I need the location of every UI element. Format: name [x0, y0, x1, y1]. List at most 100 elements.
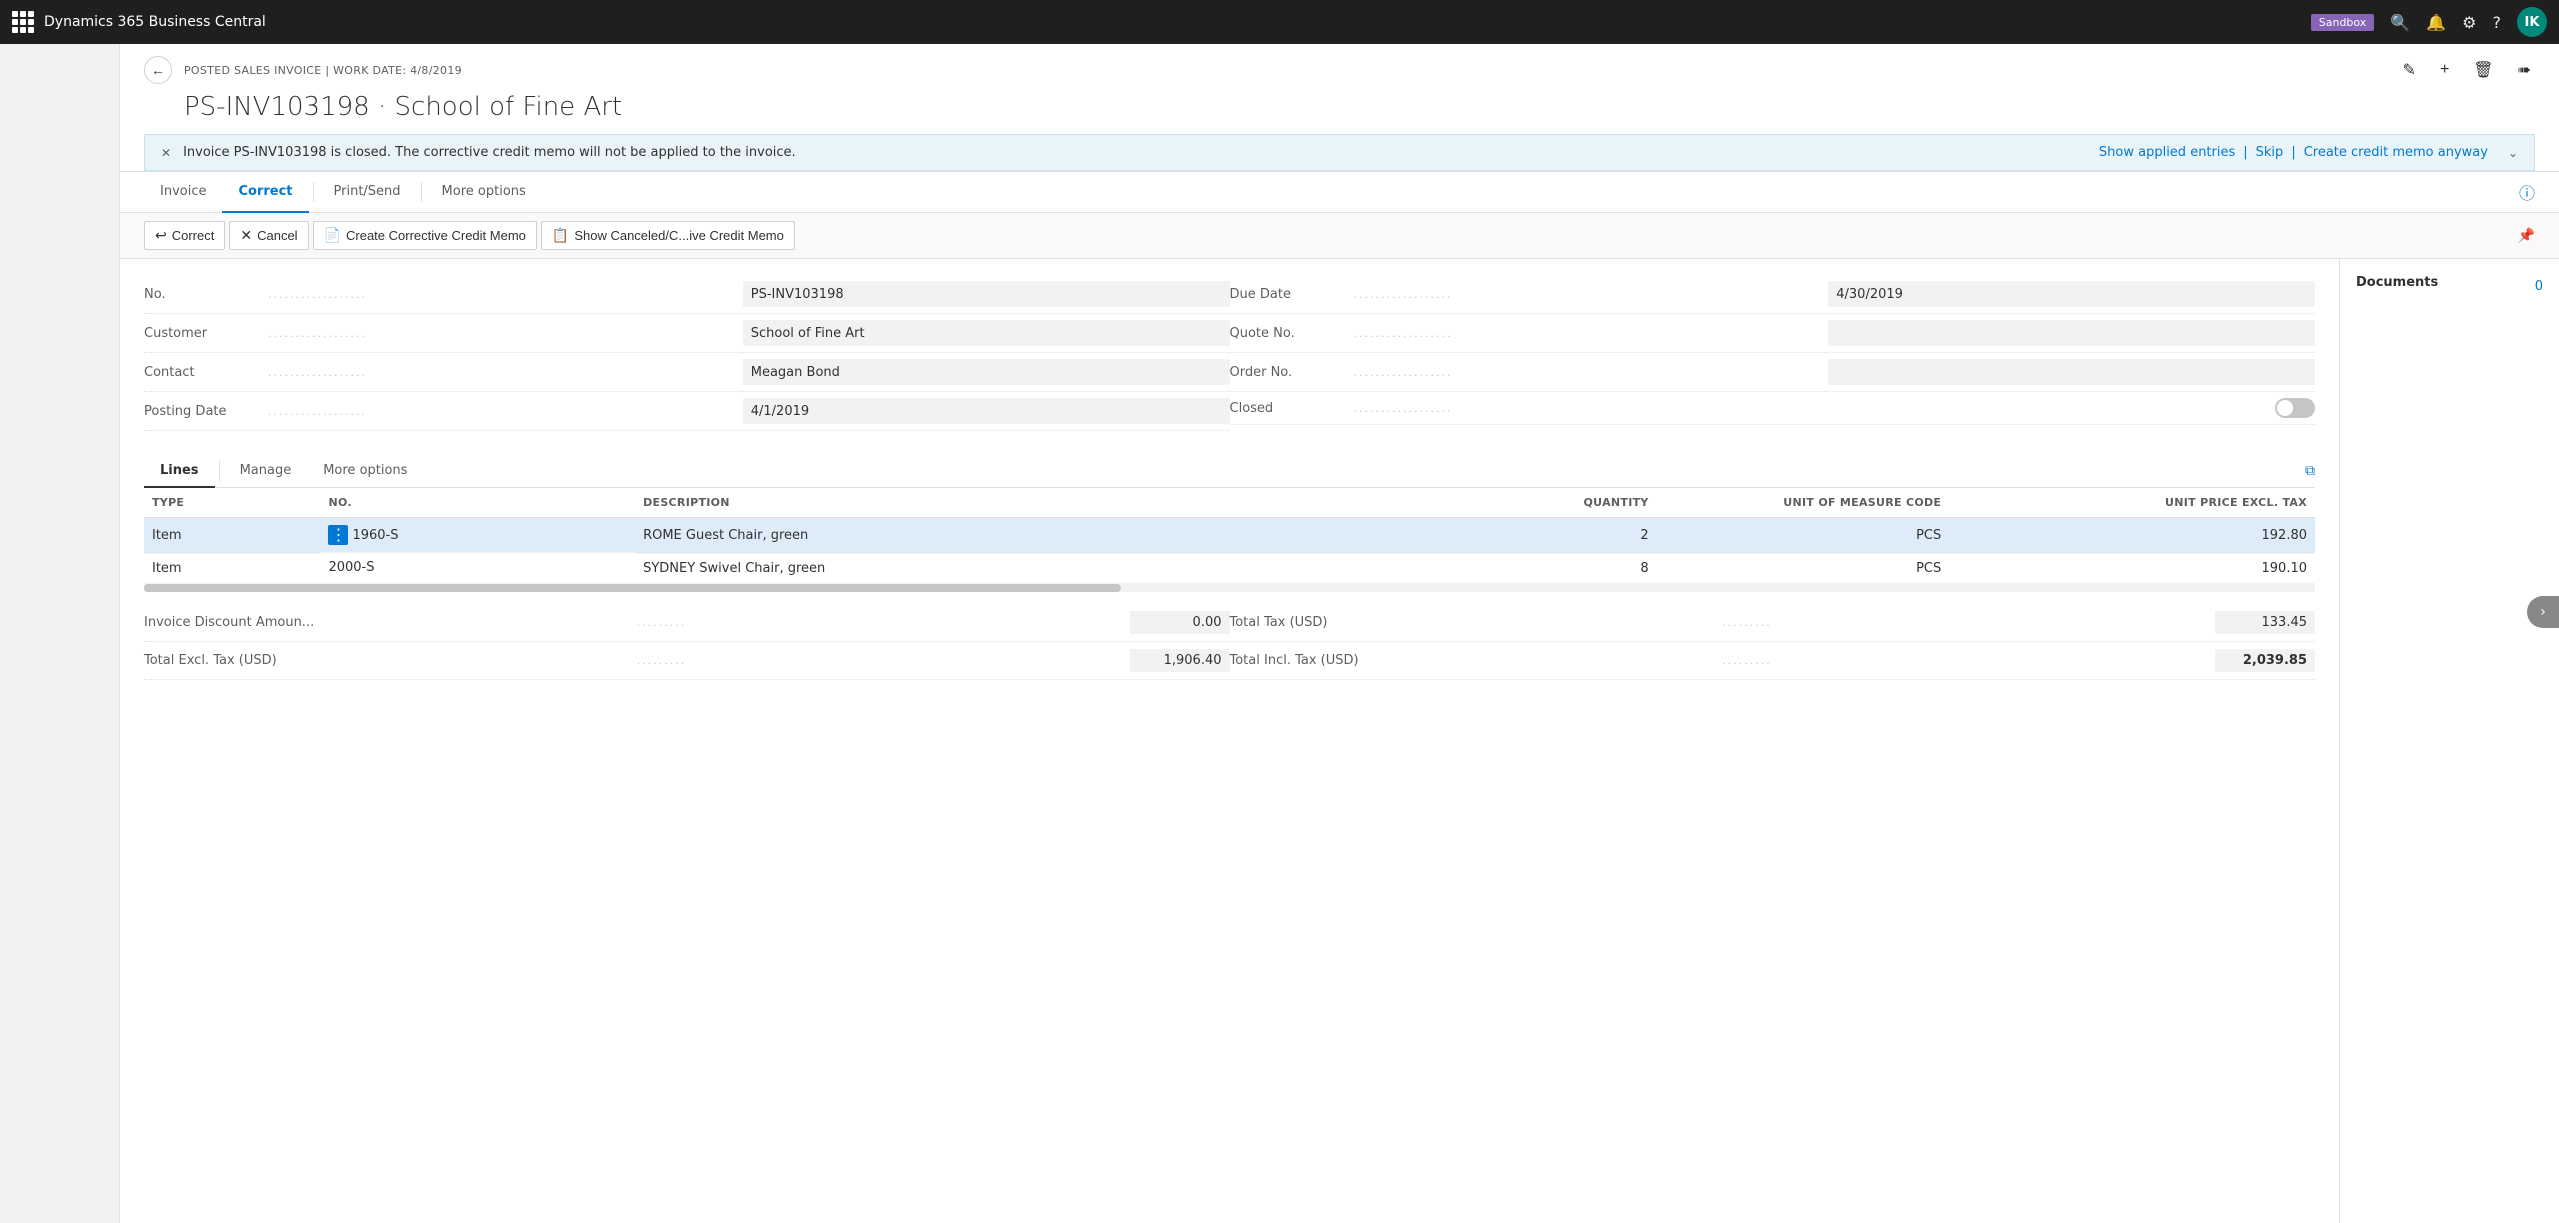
- skip-link[interactable]: Skip: [2256, 145, 2284, 160]
- form-row-no: No. .................. PS-INV103198: [144, 275, 1230, 314]
- invoice-discount-value[interactable]: 0.00: [1130, 611, 1230, 634]
- due-date-value[interactable]: 4/30/2019: [1828, 281, 2315, 307]
- show-memo-label: Show Canceled/C...ive Credit Memo: [574, 228, 784, 243]
- lines-expand-icon[interactable]: ⧉: [2305, 463, 2315, 479]
- quote-no-label: Quote No.: [1230, 326, 1350, 341]
- action-toolbar: ↩ Correct ✕ Cancel 📄 Create Corrective C…: [120, 213, 2559, 259]
- col-uom-header: UNIT OF MEASURE CODE: [1657, 488, 1950, 518]
- correct-label: Correct: [172, 228, 215, 243]
- col-desc-header: DESCRIPTION: [635, 488, 1360, 518]
- form-area: No. .................. PS-INV103198 Cust…: [120, 259, 2339, 1223]
- table-scroll-bar[interactable]: [144, 584, 2315, 592]
- back-button[interactable]: ←: [144, 56, 172, 84]
- col-qty-header: QUANTITY: [1360, 488, 1657, 518]
- show-applied-entries-link[interactable]: Show applied entries: [2099, 145, 2235, 160]
- lines-tab-manage[interactable]: Manage: [224, 455, 308, 488]
- notification-links: Show applied entries | Skip | Create cre…: [2099, 145, 2488, 160]
- notification-collapse-icon[interactable]: ⌄: [2508, 146, 2518, 160]
- create-credit-memo-anyway-link[interactable]: Create credit memo anyway: [2304, 145, 2488, 160]
- row-menu-button[interactable]: ⋮: [328, 525, 348, 545]
- right-panel: Documents 0: [2339, 259, 2559, 1223]
- settings-icon[interactable]: ⚙: [2462, 13, 2476, 32]
- user-avatar[interactable]: IK: [2517, 7, 2547, 37]
- cancel-label: Cancel: [257, 228, 297, 243]
- contact-value[interactable]: Meagan Bond: [743, 359, 1230, 385]
- create-corrective-credit-memo-button[interactable]: 📄 Create Corrective Credit Memo: [313, 221, 537, 250]
- tabs-bar: Invoice Correct Print/Send More options …: [120, 172, 2559, 213]
- content-area: ← POSTED SALES INVOICE | WORK DATE: 4/8/…: [120, 44, 2559, 1223]
- posting-date-value[interactable]: 4/1/2019: [743, 398, 1230, 424]
- toolbar-pin-icon[interactable]: 📌: [2518, 228, 2535, 244]
- brand-name: Dynamics 365 Business Central: [44, 14, 266, 30]
- lines-tab-lines[interactable]: Lines: [144, 455, 215, 488]
- tab-info-icon[interactable]: ⓘ: [2519, 180, 2535, 204]
- total-tax-row: Total Tax (USD) ......... 133.45: [1230, 604, 2316, 642]
- row1-type: Item: [144, 518, 320, 554]
- lines-tab-more-options[interactable]: More options: [307, 455, 423, 488]
- correct-button[interactable]: ↩ Correct: [144, 221, 225, 250]
- row1-quantity: 2: [1360, 518, 1657, 554]
- no-label: No.: [144, 287, 264, 302]
- lines-tab-separator: [219, 461, 220, 481]
- page-title: PS-INV103198 · School of Fine Art: [144, 92, 2535, 134]
- tab-correct[interactable]: Correct: [222, 172, 308, 213]
- help-icon[interactable]: ?: [2493, 13, 2502, 32]
- col-price-header: UNIT PRICE EXCL. TAX: [1949, 488, 2315, 518]
- total-excl-row: Total Excl. Tax (USD) ......... 1,906.40: [144, 642, 1230, 680]
- totals-left: Invoice Discount Amoun... ......... 0.00…: [144, 604, 1230, 680]
- sandbox-badge: Sandbox: [2311, 14, 2375, 31]
- page-header: ← POSTED SALES INVOICE | WORK DATE: 4/8/…: [120, 44, 2559, 172]
- brand-area: Dynamics 365 Business Central: [12, 11, 2299, 33]
- tab-invoice[interactable]: Invoice: [144, 172, 222, 213]
- order-no-value[interactable]: [1828, 359, 2315, 385]
- notification-close-icon[interactable]: ✕: [161, 146, 171, 160]
- row2-price: 190.10: [1949, 553, 2315, 583]
- col-type-header: TYPE: [144, 488, 320, 518]
- documents-title: Documents: [2356, 275, 2438, 290]
- col-no-header: NO.: [320, 488, 635, 518]
- quote-no-value[interactable]: [1828, 320, 2315, 346]
- show-canceled-credit-memo-button[interactable]: 📋 Show Canceled/C...ive Credit Memo: [541, 221, 795, 250]
- closed-label: Closed: [1230, 401, 1350, 416]
- lines-table: TYPE NO. DESCRIPTION QUANTITY UNIT OF ME…: [144, 488, 2315, 584]
- tab-print-send[interactable]: Print/Send: [318, 172, 417, 213]
- row2-type: Item: [144, 553, 320, 583]
- notification-icon[interactable]: 🔔: [2426, 13, 2446, 32]
- delete-button[interactable]: 🗑: [2469, 56, 2497, 84]
- page-header-top: ← POSTED SALES INVOICE | WORK DATE: 4/8/…: [144, 56, 2535, 84]
- search-icon[interactable]: 🔍: [2390, 13, 2410, 32]
- total-incl-value[interactable]: 2,039.85: [2215, 649, 2315, 672]
- tab-more-options[interactable]: More options: [426, 172, 542, 213]
- form-row-customer: Customer .................. School of Fi…: [144, 314, 1230, 353]
- closed-toggle[interactable]: [2275, 398, 2315, 418]
- total-incl-row: Total Incl. Tax (USD) ......... 2,039.85: [1230, 642, 2316, 680]
- right-expand-arrow[interactable]: ›: [2527, 596, 2559, 628]
- row1-no: ⋮ 1960-S: [320, 518, 635, 553]
- row2-no: 2000-S: [320, 553, 635, 583]
- waffle-icon[interactable]: [12, 11, 34, 33]
- page-meta: POSTED SALES INVOICE | WORK DATE: 4/8/20…: [184, 64, 2387, 77]
- edit-button[interactable]: ✎: [2399, 56, 2420, 84]
- row2-quantity: 8: [1360, 553, 1657, 583]
- form-row-quote-no: Quote No. ..................: [1230, 314, 2316, 353]
- notification-bar: ✕ Invoice PS-INV103198 is closed. The co…: [144, 134, 2535, 171]
- tab-separator: [313, 182, 314, 202]
- cancel-button[interactable]: ✕ Cancel: [229, 221, 308, 250]
- customer-value[interactable]: School of Fine Art: [743, 320, 1230, 346]
- no-value[interactable]: PS-INV103198: [743, 281, 1230, 307]
- totals-right: Total Tax (USD) ......... 133.45 Total I…: [1230, 604, 2316, 680]
- add-button[interactable]: +: [2436, 57, 2453, 83]
- expand-button[interactable]: ➠: [2514, 56, 2535, 84]
- page-body: No. .................. PS-INV103198 Cust…: [120, 259, 2559, 1223]
- table-row[interactable]: Item 2000-S SYDNEY Swivel Chair, green 8…: [144, 553, 2315, 583]
- lines-tabs: Lines Manage More options ⧉: [144, 455, 2315, 488]
- total-tax-value[interactable]: 133.45: [2215, 611, 2315, 634]
- form-row-contact: Contact .................. Meagan Bond: [144, 353, 1230, 392]
- order-no-label: Order No.: [1230, 365, 1350, 380]
- correct-icon: ↩: [155, 227, 167, 244]
- show-memo-icon: 📋: [552, 227, 569, 244]
- customer-label: Customer: [144, 326, 264, 341]
- total-excl-value[interactable]: 1,906.40: [1130, 649, 1230, 672]
- table-row[interactable]: Item ⋮ 1960-S ROME Guest Chair, green 2 …: [144, 518, 2315, 554]
- top-navigation: Dynamics 365 Business Central Sandbox 🔍 …: [0, 0, 2559, 44]
